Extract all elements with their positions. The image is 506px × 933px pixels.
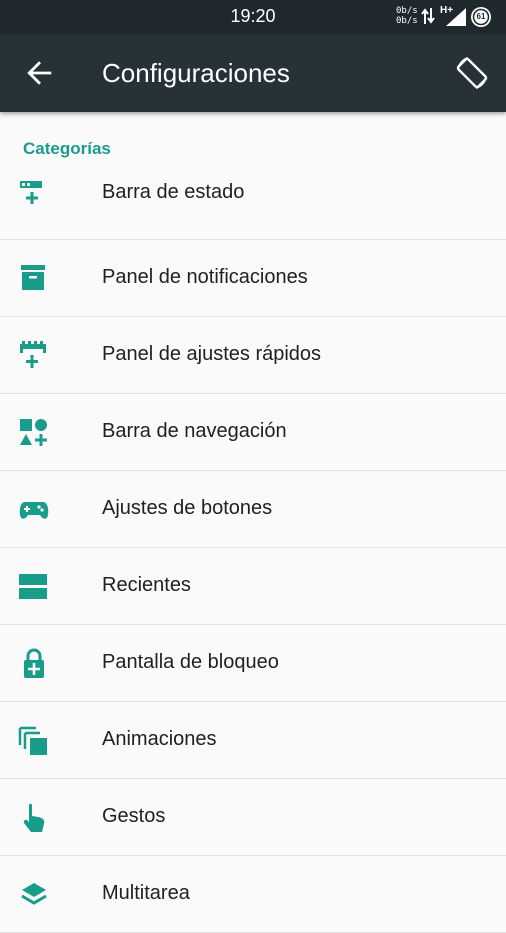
network-speed: 0b/s 0b/s <box>396 6 420 26</box>
list-item-quick-settings-panel[interactable]: Panel de ajustes rápidos <box>0 317 506 394</box>
list-item-label: Ajustes de botones <box>102 497 273 519</box>
list-item-notification-panel[interactable]: Panel de notificaciones <box>0 240 506 317</box>
list-item-navigation-bar[interactable]: Barra de navegación <box>0 394 506 471</box>
signal-icon <box>446 8 466 26</box>
section-header-categories: Categorías <box>23 139 111 158</box>
list-item-label: Panel de notificaciones <box>102 266 308 288</box>
lock-add-icon <box>24 648 44 678</box>
network-speed-down: 0b/s <box>396 16 418 26</box>
archive-icon <box>21 265 45 290</box>
list-item-label: Gestos <box>102 805 166 827</box>
arrow-left-icon[interactable] <box>26 60 52 86</box>
page-title: Configuraciones <box>102 58 290 88</box>
recents-icon <box>19 574 47 599</box>
stack-icon <box>21 883 47 905</box>
shapes-icon <box>20 419 47 446</box>
hand-pointer-icon <box>23 803 45 832</box>
quick-settings-add-icon <box>20 341 46 368</box>
list-item-label: Animaciones <box>102 728 217 750</box>
screen-rotation-icon[interactable] <box>454 55 490 91</box>
gamepad-icon <box>19 502 49 519</box>
status-bar: 19:20 0b/s 0b/s H+ 61 <box>0 0 506 34</box>
list-item-gestures[interactable]: Gestos <box>0 779 506 856</box>
categories-list: Barra de estado Panel de notificaciones … <box>0 163 506 933</box>
list-item-label: Barra de estado <box>102 181 245 203</box>
list-item-label: Barra de navegación <box>102 420 287 442</box>
list-item-multitasking[interactable]: Multitarea <box>0 856 506 933</box>
list-item-label: Multitarea <box>102 882 190 904</box>
app-bar: Configuraciones <box>0 34 506 112</box>
list-item-label: Panel de ajustes rápidos <box>102 343 322 365</box>
list-item-label: Recientes <box>102 574 191 596</box>
network-speed-up: 0b/s <box>396 6 418 16</box>
list-item-label: Pantalla de bloqueo <box>102 651 279 673</box>
layers-copy-icon <box>18 726 47 755</box>
battery-level: 61 <box>476 12 486 21</box>
list-item-status-bar[interactable]: Barra de estado <box>0 163 506 240</box>
list-item-animations[interactable]: Animaciones <box>0 702 506 779</box>
list-item-button-settings[interactable]: Ajustes de botones <box>0 471 506 548</box>
statusbar-add-icon <box>20 181 42 204</box>
list-item-recents[interactable]: Recientes <box>0 548 506 625</box>
list-item-lock-screen[interactable]: Pantalla de bloqueo <box>0 625 506 702</box>
data-transfer-icon <box>421 8 435 24</box>
